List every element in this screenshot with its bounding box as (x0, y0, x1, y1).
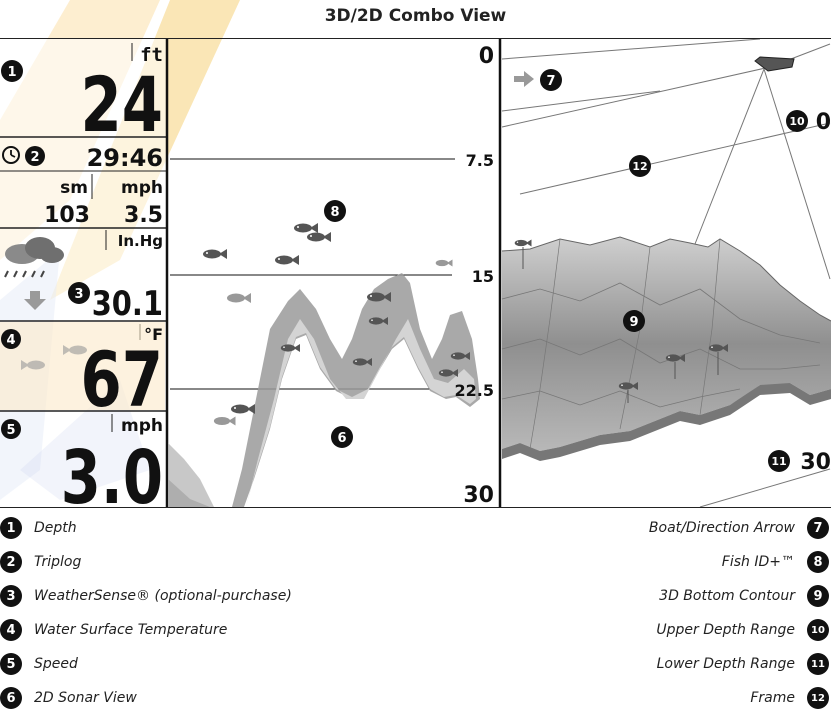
fishfinder-screen: ft 24 29:46 sm mph 103 3.5 In.Hg 30.1 °F… (0, 38, 831, 508)
legend-item-weathersense: 3 WeatherSense® (optional-purchase) (0, 584, 292, 608)
svg-text:3: 3 (74, 287, 83, 302)
svg-text:12: 12 (632, 160, 647, 173)
legend-item-water-temp: 4 Water Surface Temperature (0, 618, 227, 642)
legend-number: 12 (807, 687, 829, 709)
legend-number: 1 (0, 517, 22, 539)
avg-speed-unit: mph (121, 178, 163, 198)
legend-number: 5 (0, 653, 22, 675)
legend-number: 7 (807, 517, 829, 539)
avg-speed-value: 3.5 (124, 203, 163, 228)
sonar-depth-3: 22.5 (455, 381, 494, 400)
legend-number: 4 (0, 619, 22, 641)
legend-item-frame: Frame 12 (750, 686, 829, 710)
callout-9: 9 (623, 310, 645, 332)
lower-depth-range: 30 (800, 450, 831, 475)
svg-text:4: 4 (6, 333, 15, 348)
page-title: 3D/2D Combo View (324, 6, 507, 26)
legend-item-boat-arrow: Boat/Direction Arrow 7 (649, 516, 829, 540)
callout-2: 2 (25, 146, 45, 166)
legend-number: 9 (807, 585, 829, 607)
callout-7: 7 (540, 69, 562, 91)
callout-8: 8 (324, 200, 346, 222)
sonar-2d-view: 0 7.5 15 22.5 30 (168, 44, 494, 507)
view-3d: 0 30 (501, 39, 831, 507)
callout-11: 11 (768, 450, 790, 472)
svg-text:1: 1 (7, 65, 16, 80)
triplog-time: 29:46 (87, 144, 163, 172)
depth-value: 24 (81, 62, 163, 150)
svg-text:8: 8 (330, 205, 339, 220)
legend-label: Boat/Direction Arrow (648, 520, 795, 536)
temp-value: 67 (81, 337, 163, 425)
callout-6: 6 (331, 426, 353, 448)
legend-label: Triplog (34, 554, 82, 570)
legend-label: 3D Bottom Contour (659, 588, 795, 604)
legend-number: 6 (0, 687, 22, 709)
sonar-depth-top: 0 (479, 44, 494, 69)
legend-item-2d-sonar: 6 2D Sonar View (0, 686, 137, 710)
svg-text:5: 5 (6, 423, 15, 438)
svg-text:11: 11 (771, 455, 786, 468)
callout-5: 5 (1, 419, 21, 439)
legend-item-depth: 1 Depth (0, 516, 77, 540)
legend-number: 10 (807, 619, 829, 641)
svg-text:6: 6 (337, 431, 346, 446)
svg-text:9: 9 (629, 315, 638, 330)
legend-label: Speed (34, 656, 78, 672)
svg-text:2: 2 (30, 150, 39, 165)
callout-3: 3 (68, 282, 90, 304)
distance-unit: sm (60, 178, 88, 198)
speed-value: 3.0 (61, 434, 163, 507)
sonar-depth-2: 15 (472, 267, 494, 286)
upper-depth-range: 0 (816, 110, 831, 135)
legend-item-triplog: 2 Triplog (0, 550, 81, 574)
svg-text:10: 10 (789, 115, 805, 128)
pressure-value: 30.1 (92, 285, 163, 324)
legend-number: 8 (807, 551, 829, 573)
legend-label: WeatherSense® (optional-purchase) (34, 588, 292, 604)
direction-arrow-icon (514, 71, 534, 87)
legend-item-lower-range: Lower Depth Range 11 (657, 652, 829, 676)
callout-10: 10 (786, 110, 808, 132)
legend-number: 11 (807, 653, 829, 675)
callout-12: 12 (629, 155, 651, 177)
distance-value: 103 (44, 203, 90, 228)
legend-label: Water Surface Temperature (34, 622, 228, 638)
legend-item-fish-id: Fish ID+™ 8 (722, 550, 829, 574)
legend-label: Depth (34, 520, 77, 536)
legend-label: Upper Depth Range (656, 622, 795, 638)
legend-item-3d-contour: 3D Bottom Contour 9 (659, 584, 829, 608)
legend-item-speed: 5 Speed (0, 652, 78, 676)
pressure-unit: In.Hg (118, 232, 163, 250)
legend-item-upper-range: Upper Depth Range 10 (656, 618, 829, 642)
sonar-depth-bottom: 30 (463, 483, 494, 507)
sonar-depth-1: 7.5 (466, 151, 494, 170)
legend-number: 2 (0, 551, 22, 573)
svg-text:7: 7 (546, 74, 555, 89)
legend-number: 3 (0, 585, 22, 607)
legend-label: Frame (750, 690, 795, 706)
callout-1: 1 (1, 60, 23, 82)
callout-4: 4 (1, 329, 21, 349)
legend-label: Fish ID+™ (721, 554, 795, 570)
legend-label: 2D Sonar View (34, 690, 137, 706)
legend-label: Lower Depth Range (656, 656, 795, 672)
